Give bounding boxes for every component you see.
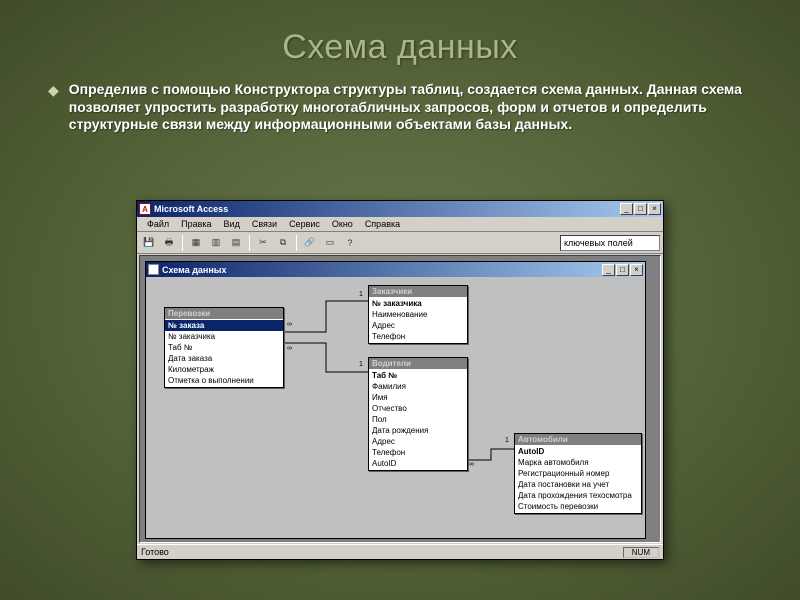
field[interactable]: Адрес: [369, 436, 467, 447]
separator: [249, 235, 250, 251]
menu-help[interactable]: Справка: [359, 218, 406, 230]
field[interactable]: Дата заказа: [165, 353, 283, 364]
cardinality-inf: ∞: [286, 321, 293, 328]
status-text: Готово: [141, 547, 169, 557]
field[interactable]: Адрес: [369, 320, 467, 331]
child-close-button[interactable]: ×: [630, 264, 643, 276]
menubar: Файл Правка Вид Связи Сервис Окно Справк…: [137, 217, 663, 232]
child-minimize-button[interactable]: _: [602, 264, 615, 276]
field[interactable]: Пол: [369, 414, 467, 425]
toolbar: 💾 🖶 ▦ ▥ ▤ ✂ ⧉ 🔗 ▭ ? ключевых полей: [137, 232, 663, 254]
layout-icon[interactable]: ▭: [321, 234, 339, 252]
schema-canvas[interactable]: ∞ 1 ∞ 1 1 ∞ Перевозки № заказа № заказчи…: [146, 277, 645, 538]
separator: [182, 235, 183, 251]
cardinality-inf: ∞: [468, 461, 475, 468]
field[interactable]: Марка автомобиля: [515, 457, 641, 468]
field[interactable]: № заказчика: [165, 331, 283, 342]
copy-icon[interactable]: ⧉: [274, 234, 292, 252]
show-direct-icon[interactable]: ▥: [207, 234, 225, 252]
save-icon[interactable]: 💾: [140, 234, 158, 252]
access-icon: A: [139, 203, 151, 215]
table-title[interactable]: Перевозки: [165, 308, 283, 319]
help-icon[interactable]: ?: [341, 234, 359, 252]
slide-description: Определив с помощью Конструктора структу…: [69, 81, 752, 134]
bullet-icon: ◆: [48, 82, 59, 99]
field[interactable]: Дата прохождения техосмотра: [515, 490, 641, 501]
table-zakazchiki[interactable]: Заказчики № заказчика Наименование Адрес…: [368, 285, 468, 344]
add-table-icon[interactable]: ▦: [187, 234, 205, 252]
field[interactable]: Фамилия: [369, 381, 467, 392]
app-titlebar[interactable]: A Microsoft Access _ □ ×: [137, 201, 663, 217]
schema-icon: ⊞: [148, 264, 159, 275]
field[interactable]: Стоимость перевозки: [515, 501, 641, 512]
table-title[interactable]: Заказчики: [369, 286, 467, 297]
table-title[interactable]: Водители: [369, 358, 467, 369]
field[interactable]: Таб №: [165, 342, 283, 353]
cardinality-one: 1: [504, 437, 510, 444]
field[interactable]: Регистрационный номер: [515, 468, 641, 479]
field[interactable]: Телефон: [369, 447, 467, 458]
menu-view[interactable]: Вид: [218, 218, 246, 230]
field-pk[interactable]: № заказчика: [369, 298, 467, 309]
slide-title: Схема данных: [0, 0, 800, 67]
field[interactable]: AutoID: [369, 458, 467, 469]
field[interactable]: Дата постановки на учет: [515, 479, 641, 490]
slide-bullet: ◆ Определив с помощью Конструктора струк…: [0, 67, 800, 144]
field[interactable]: Отметка о выполнении: [165, 375, 283, 386]
table-perevozki[interactable]: Перевозки № заказа № заказчика Таб № Дат…: [164, 307, 284, 388]
menu-window[interactable]: Окно: [326, 218, 359, 230]
field[interactable]: Дата рождения: [369, 425, 467, 436]
cut-icon[interactable]: ✂: [254, 234, 272, 252]
field[interactable]: Наименование: [369, 309, 467, 320]
field[interactable]: Километраж: [165, 364, 283, 375]
table-avtomobili[interactable]: Автомобили AutoID Марка автомобиля Регис…: [514, 433, 642, 514]
menu-file[interactable]: Файл: [141, 218, 175, 230]
menu-tools[interactable]: Сервис: [283, 218, 326, 230]
status-numlock: NUM: [623, 547, 659, 558]
access-window: A Microsoft Access _ □ × Файл Правка Вид…: [136, 200, 664, 560]
cardinality-one: 1: [358, 291, 364, 298]
cardinality-one: 1: [358, 361, 364, 368]
menu-relations[interactable]: Связи: [246, 218, 283, 230]
print-icon[interactable]: 🖶: [160, 234, 178, 252]
cardinality-inf: ∞: [286, 345, 293, 352]
app-title: Microsoft Access: [154, 204, 620, 214]
field[interactable]: Отчество: [369, 403, 467, 414]
menu-edit[interactable]: Правка: [175, 218, 217, 230]
separator: [296, 235, 297, 251]
toolbar-combo[interactable]: ключевых полей: [560, 235, 660, 251]
field[interactable]: Имя: [369, 392, 467, 403]
show-all-icon[interactable]: ▤: [227, 234, 245, 252]
maximize-button[interactable]: □: [634, 203, 647, 215]
field-pk[interactable]: AutoID: [515, 446, 641, 457]
statusbar: Готово NUM: [137, 544, 663, 559]
minimize-button[interactable]: _: [620, 203, 633, 215]
schema-titlebar[interactable]: ⊞ Схема данных _ □ ×: [146, 262, 645, 277]
schema-title: Схема данных: [162, 265, 602, 275]
table-title[interactable]: Автомобили: [515, 434, 641, 445]
mdi-area: ⊞ Схема данных _ □ × ∞ 1 ∞ 1 1: [139, 255, 661, 543]
close-button[interactable]: ×: [648, 203, 661, 215]
table-voditeli[interactable]: Водители Таб № Фамилия Имя Отчество Пол …: [368, 357, 468, 471]
schema-window: ⊞ Схема данных _ □ × ∞ 1 ∞ 1 1: [145, 261, 646, 539]
field[interactable]: Телефон: [369, 331, 467, 342]
field-pk[interactable]: Таб №: [369, 370, 467, 381]
child-maximize-button[interactable]: □: [616, 264, 629, 276]
field-pk[interactable]: № заказа: [165, 320, 283, 331]
relationships-icon[interactable]: 🔗: [301, 234, 319, 252]
